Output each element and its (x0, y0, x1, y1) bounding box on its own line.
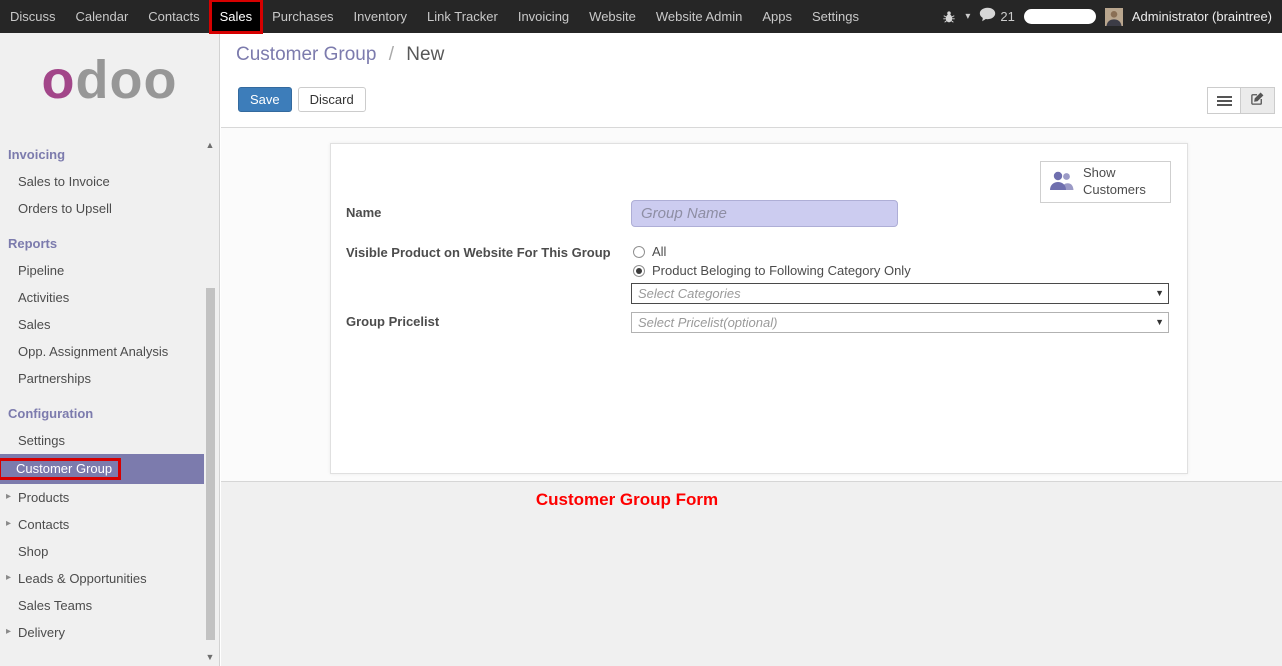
sidebar-item-products-label: Products (18, 490, 69, 505)
messages-button[interactable]: 21 (979, 7, 1014, 27)
menu-invoicing[interactable]: Invoicing (508, 0, 579, 33)
menu-link-tracker[interactable]: Link Tracker (417, 0, 508, 33)
chevron-right-icon: ▸ (6, 572, 11, 583)
sidebar-item-contacts[interactable]: ▸ Contacts (0, 511, 219, 538)
visibility-option-all: All (633, 244, 666, 259)
messages-count: 21 (1000, 9, 1014, 24)
user-menu[interactable]: Administrator (braintree) (1132, 9, 1272, 24)
view-switcher (1207, 87, 1275, 114)
menu-calendar[interactable]: Calendar (66, 0, 139, 33)
scroll-up-arrow[interactable]: ▲ (204, 140, 216, 150)
radio-all[interactable] (633, 246, 645, 258)
sidebar-scrollbar-thumb[interactable] (206, 288, 215, 640)
bug-icon[interactable] (942, 10, 956, 24)
sidebar-item-contacts-label: Contacts (18, 517, 69, 532)
sidebar-menu: Invoicing Sales to Invoice Orders to Ups… (0, 141, 219, 646)
menu-website[interactable]: Website (579, 0, 646, 33)
chevron-right-icon: ▸ (6, 518, 11, 529)
sidebar-item-opp-assignment-analysis[interactable]: Opp. Assignment Analysis (0, 338, 219, 365)
breadcrumb-separator: / (389, 44, 394, 65)
odoo-logo-first-letter: o (42, 50, 76, 110)
categories-select[interactable]: Select Categories ▼ (631, 283, 1169, 304)
menu-sales[interactable]: Sales (210, 0, 263, 33)
pricelist-select[interactable]: Select Pricelist(optional) ▼ (631, 312, 1169, 333)
sidebar-item-customer-group-label: Customer Group (0, 460, 119, 478)
show-customers-label: Show Customers (1083, 165, 1162, 199)
visibility-label: Visible Product on Website For This Grou… (346, 245, 611, 260)
visibility-option-category: Product Beloging to Following Category O… (633, 263, 911, 278)
sidebar-item-delivery[interactable]: ▸ Delivery (0, 619, 219, 646)
form-view-button[interactable] (1241, 87, 1275, 114)
sidebar-item-partnerships[interactable]: Partnerships (0, 365, 219, 392)
menu-apps[interactable]: Apps (752, 0, 802, 33)
menu-purchases[interactable]: Purchases (262, 0, 343, 33)
sidebar-item-sales-to-invoice[interactable]: Sales to Invoice (0, 168, 219, 195)
chevron-right-icon: ▸ (6, 491, 11, 502)
edit-icon (1250, 91, 1265, 111)
top-menubar: Discuss Calendar Contacts Sales Purchase… (0, 0, 1282, 33)
topbar-systray: ▾ 21 Administrator (braintree) (942, 0, 1282, 33)
sidebar-item-products[interactable]: ▸ Products (0, 484, 219, 511)
sidebar-item-leads-opportunities-label: Leads & Opportunities (18, 571, 147, 586)
pricelist-label: Group Pricelist (346, 314, 439, 329)
control-panel: Customer Group / New Save Discard (221, 33, 1282, 128)
menu-contacts[interactable]: Contacts (138, 0, 209, 33)
sidebar-item-sales-teams[interactable]: Sales Teams (0, 592, 219, 619)
show-customers-button[interactable]: Show Customers (1040, 161, 1171, 203)
categories-select-placeholder: Select Categories (638, 286, 741, 301)
menu-website-admin[interactable]: Website Admin (646, 0, 752, 33)
topbar-pill-widget (1024, 9, 1096, 24)
section-title-invoicing: Invoicing (0, 141, 219, 168)
sidebar-item-pipeline[interactable]: Pipeline (0, 257, 219, 284)
section-title-configuration: Configuration (0, 400, 219, 427)
menu-inventory[interactable]: Inventory (344, 0, 417, 33)
list-view-button[interactable] (1207, 87, 1241, 114)
name-label: Name (346, 205, 381, 220)
chat-bubble-icon (979, 7, 996, 27)
radio-category-only[interactable] (633, 265, 645, 277)
pricelist-select-placeholder: Select Pricelist(optional) (638, 315, 777, 330)
chevron-down-icon: ▼ (1155, 284, 1164, 303)
sidebar-item-shop[interactable]: Shop (0, 538, 219, 565)
users-icon (1049, 170, 1075, 194)
sidebar-item-activities[interactable]: Activities (0, 284, 219, 311)
chevron-down-icon: ▼ (1155, 313, 1164, 332)
form-buttons: Save Discard (238, 87, 366, 112)
menu-settings[interactable]: Settings (802, 0, 869, 33)
sidebar-item-customer-group[interactable]: Customer Group (0, 454, 204, 484)
menu-discuss[interactable]: Discuss (0, 0, 66, 33)
sidebar-item-delivery-label: Delivery (18, 625, 65, 640)
annotation-caption: Customer Group Form (536, 490, 718, 510)
radio-category-only-label[interactable]: Product Beloging to Following Category O… (652, 263, 911, 278)
odoo-logo[interactable]: odoo (0, 33, 219, 133)
breadcrumb-customer-group[interactable]: Customer Group (236, 44, 376, 65)
sidebar-item-sales[interactable]: Sales (0, 311, 219, 338)
scroll-down-arrow[interactable]: ▼ (204, 652, 216, 662)
caret-down-icon[interactable]: ▾ (965, 11, 970, 22)
odoo-logo-rest: doo (76, 50, 178, 110)
list-icon (1217, 94, 1232, 108)
avatar[interactable] (1105, 8, 1123, 26)
sidebar-item-leads-opportunities[interactable]: ▸ Leads & Opportunities (0, 565, 219, 592)
main-content: Show Customers Name Visible Product on W… (221, 128, 1282, 666)
below-form-area: Customer Group Form (221, 481, 1282, 666)
sidebar: odoo Invoicing Sales to Invoice Orders t… (0, 33, 220, 666)
sidebar-item-settings[interactable]: Settings (0, 427, 219, 454)
save-button[interactable]: Save (238, 87, 292, 112)
discard-button[interactable]: Discard (298, 87, 366, 112)
breadcrumb-new: New (406, 44, 444, 65)
chevron-right-icon: ▸ (6, 626, 11, 637)
group-name-input[interactable] (631, 200, 898, 227)
sidebar-item-orders-to-upsell[interactable]: Orders to Upsell (0, 195, 219, 222)
breadcrumb: Customer Group / New (236, 44, 444, 66)
section-title-reports: Reports (0, 230, 219, 257)
form-sheet: Show Customers Name Visible Product on W… (330, 143, 1188, 474)
radio-all-label[interactable]: All (652, 244, 666, 259)
